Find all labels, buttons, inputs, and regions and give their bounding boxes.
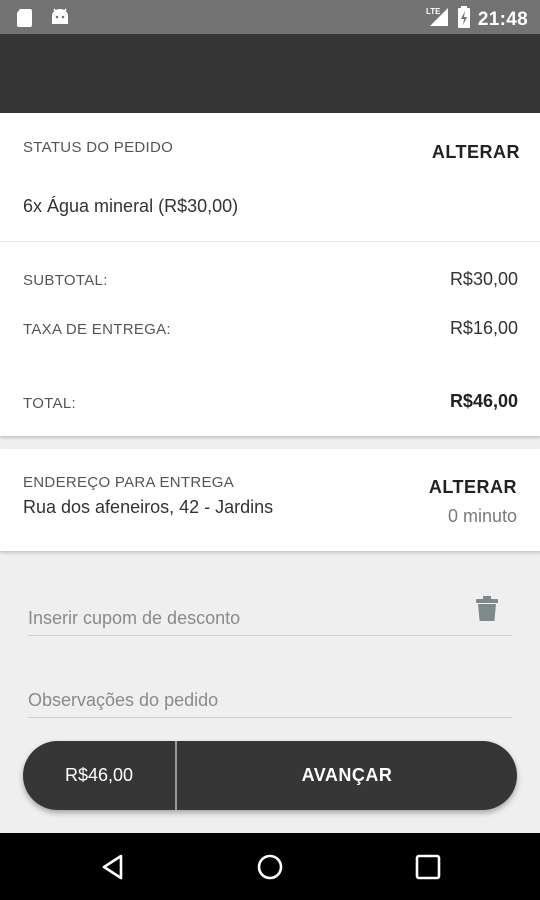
battery-charging-icon (457, 6, 470, 33)
system-nav-bar (0, 833, 540, 900)
total-value: R$46,00 (449, 391, 518, 411)
address-label: ENDEREÇO PARA ENTREGA (23, 474, 235, 491)
notes-placeholder: Observações do pedido (28, 690, 219, 710)
signal-icon: LTE (426, 6, 450, 33)
order-summary-card: STATUS DO PEDIDO ALTERAR 6x Água mineral… (0, 113, 540, 436)
status-bar: LTE 21:48 (0, 0, 540, 34)
recents-icon[interactable] (414, 853, 442, 881)
advance-button[interactable]: AVANÇAR (177, 741, 517, 810)
delivery-address-card: ENDEREÇO PARA ENTREGA Rua dos afeneiros,… (0, 449, 540, 551)
coupon-placeholder: Inserir cupom de desconto (28, 608, 241, 628)
delivery-fee-value: R$16,00 (449, 318, 518, 338)
back-icon[interactable] (99, 853, 127, 881)
clock: 21:48 (477, 8, 528, 30)
subtotal-label: SUBTOTAL: (23, 272, 108, 289)
subtotal-value: R$30,00 (449, 269, 518, 289)
address-value: Rua dos afeneiros, 42 - Jardins (23, 497, 274, 517)
app-bar (0, 34, 540, 113)
total-label: TOTAL: (23, 395, 76, 412)
checkout-bar: R$46,00 AVANÇAR (23, 741, 517, 810)
change-address-button[interactable]: ALTERAR (429, 477, 517, 498)
delivery-eta: 0 minuto (447, 506, 517, 526)
delivery-fee-label: TAXA DE ENTREGA: (23, 321, 171, 338)
divider (0, 241, 540, 242)
cart-total-button[interactable]: R$46,00 (23, 741, 177, 810)
order-notes-input[interactable]: Observações do pedido (28, 678, 512, 718)
android-icon (50, 8, 68, 26)
order-item: 6x Água mineral (R$30,00) (23, 196, 239, 216)
svg-text:LTE: LTE (426, 7, 441, 16)
home-icon[interactable] (256, 853, 284, 881)
order-status-label: STATUS DO PEDIDO (23, 139, 174, 156)
coupon-input[interactable]: Inserir cupom de desconto (28, 596, 512, 636)
sd-card-icon (16, 8, 34, 27)
trash-icon[interactable] (476, 596, 498, 627)
change-order-button[interactable]: ALTERAR (432, 142, 520, 163)
